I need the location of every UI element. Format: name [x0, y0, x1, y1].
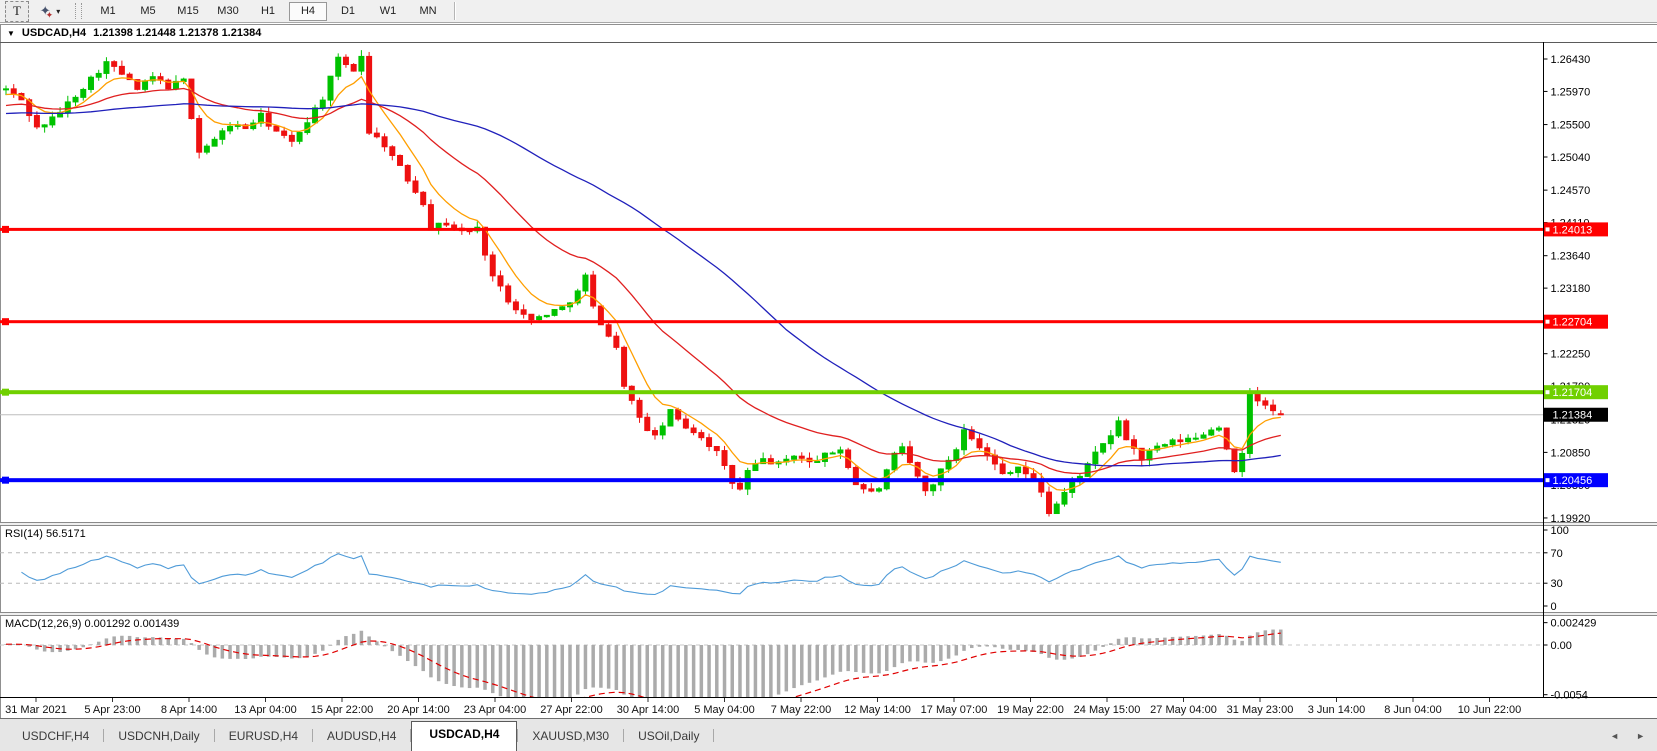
- time-axis-label: 5 Apr 23:00: [84, 704, 140, 716]
- axis-tick-label: 0: [1551, 601, 1557, 613]
- tab-usoil-daily[interactable]: USOil,Daily: [624, 724, 713, 751]
- time-axis-label: 13 Apr 04:00: [234, 704, 296, 716]
- timeframe-d1-button[interactable]: D1: [329, 2, 367, 21]
- tab-eurusd-h4[interactable]: EURUSD,H4: [215, 724, 312, 751]
- tab-scroll-arrows: ◄ ►: [1610, 731, 1645, 741]
- time-axis-label: 27 May 04:00: [1150, 704, 1217, 716]
- price-badge-label: 1.22704: [1553, 317, 1593, 329]
- time-axis-label: 17 May 07:00: [921, 704, 988, 716]
- time-axis-label: 31 Mar 2021: [5, 704, 67, 716]
- horizontal-level-line: [0, 320, 1543, 323]
- axis-tick-label: 1.20850: [1551, 447, 1591, 459]
- timeframe-m30-button[interactable]: M30: [209, 2, 247, 21]
- tab-audusd-h4[interactable]: AUDUSD,H4: [313, 724, 410, 751]
- time-axis-label: 8 Jun 04:00: [1384, 704, 1442, 716]
- chart-title-bar: ▼ USDCAD,H4 1.21398 1.21448 1.21378 1.21…: [7, 27, 261, 39]
- time-axis-label: 20 Apr 14:00: [387, 704, 449, 716]
- time-axis-label: 8 Apr 14:00: [161, 704, 217, 716]
- chart-plot-area[interactable]: 1.264301.259701.255001.250401.245701.241…: [0, 24, 1657, 718]
- timeframe-h1-button[interactable]: H1: [249, 2, 287, 21]
- rsi-indicator-label: RSI(14) 56.5171: [5, 528, 86, 540]
- line-anchor-handle: [2, 389, 9, 396]
- toolbar-separator: [454, 2, 455, 20]
- price-badge-label: 1.20456: [1553, 475, 1593, 487]
- axis-tick-label: 1.26430: [1551, 54, 1591, 66]
- chart-tab-bar: USDCHF,H4USDCNH,DailyEURUSD,H4AUDUSD,H4U…: [0, 718, 1657, 751]
- horizontal-level-line: [0, 478, 1543, 482]
- axis-tick-label: 0.00: [1551, 640, 1572, 652]
- chart-dropdown-icon[interactable]: ▼: [7, 29, 15, 38]
- tabs-scroll-left-icon[interactable]: ◄: [1610, 731, 1619, 741]
- object-style-button[interactable]: ✦✦ ▾: [32, 2, 68, 21]
- chart-ohlc-values: 1.21398 1.21448 1.21378 1.21384: [93, 27, 261, 39]
- timeframe-m1-button[interactable]: M1: [89, 2, 127, 21]
- toolbar-grip: [75, 3, 82, 19]
- time-axis-label: 23 Apr 04:00: [464, 704, 526, 716]
- tab-usdcad-h4[interactable]: USDCAD,H4: [411, 721, 517, 751]
- caret-down-icon: ▾: [56, 7, 60, 16]
- axis-tick-label: 1.23180: [1551, 283, 1591, 295]
- axis-tick-label: 1.25970: [1551, 86, 1591, 98]
- tab-usdchf-h4[interactable]: USDCHF,H4: [8, 724, 103, 751]
- timeframe-m15-button[interactable]: M15: [169, 2, 207, 21]
- axis-tick-label: 1.22250: [1551, 349, 1591, 361]
- axis-tick-label: 70: [1551, 548, 1563, 560]
- tab-usdcnh-daily[interactable]: USDCNH,Daily: [104, 724, 213, 751]
- axis-tick-label: 0.002429: [1551, 618, 1597, 630]
- price-badge-label: 1.21384: [1553, 410, 1593, 422]
- axis-tick-label: 1.24570: [1551, 185, 1591, 197]
- tabs-scroll-right-icon[interactable]: ►: [1636, 731, 1645, 741]
- mt4-window: T ✦✦ ▾ M1M5M15M30H1H4D1W1MN ▼ USDCAD,H4 …: [0, 0, 1657, 751]
- timeframe-mn-button[interactable]: MN: [409, 2, 447, 21]
- timeframe-buttons: M1M5M15M30H1H4D1W1MN: [89, 2, 447, 21]
- price-badge-label: 1.21704: [1553, 387, 1593, 399]
- axis-tick-label: 1.25040: [1551, 152, 1591, 164]
- axis-tick-label: 1.25500: [1551, 120, 1591, 132]
- line-anchor-handle: [2, 226, 9, 233]
- axis-tick-label: 1.19920: [1551, 513, 1591, 525]
- timeframe-h4-button[interactable]: H4: [289, 2, 327, 21]
- axis-tick-label: 30: [1551, 578, 1563, 590]
- axis-tick-label: 100: [1551, 525, 1569, 537]
- time-axis-label: 27 Apr 22:00: [540, 704, 602, 716]
- time-axis-label: 3 Jun 14:00: [1308, 704, 1366, 716]
- timeframe-m5-button[interactable]: M5: [129, 2, 167, 21]
- timeframe-w1-button[interactable]: W1: [369, 2, 407, 21]
- line-anchor-handle: [2, 318, 9, 325]
- horizontal-level-line: [0, 228, 1543, 231]
- chart-tabs: USDCHF,H4USDCNH,DailyEURUSD,H4AUDUSD,H4U…: [8, 721, 714, 751]
- tab-xauusd-m30[interactable]: XAUUSD,M30: [518, 724, 623, 751]
- time-axis-label: 24 May 15:00: [1074, 704, 1141, 716]
- chart-symbol-label: USDCAD,H4: [22, 27, 86, 39]
- time-axis-label: 5 May 04:00: [694, 704, 755, 716]
- time-axis-label: 7 May 22:00: [771, 704, 832, 716]
- time-axis-label: 19 May 22:00: [997, 704, 1064, 716]
- time-axis-label: 31 May 23:00: [1227, 704, 1294, 716]
- macd-indicator-label: MACD(12,26,9) 0.001292 0.001439: [5, 618, 179, 630]
- time-axis-label: 15 Apr 22:00: [311, 704, 373, 716]
- time-axis-label: 30 Apr 14:00: [617, 704, 679, 716]
- axis-tick-label: 1.23640: [1551, 251, 1591, 263]
- price-badge-label: 1.24013: [1553, 224, 1593, 236]
- text-tool-button[interactable]: T: [5, 1, 29, 22]
- time-axis-label: 12 May 14:00: [844, 704, 911, 716]
- sparkle-small-icon: ✦: [46, 11, 54, 19]
- line-anchor-handle: [2, 477, 9, 484]
- time-axis-label: 10 Jun 22:00: [1458, 704, 1522, 716]
- tab-divider: [713, 729, 714, 742]
- toolbar: T ✦✦ ▾ M1M5M15M30H1H4D1W1MN: [0, 0, 1657, 23]
- horizontal-level-line: [0, 390, 1543, 394]
- axis-tick-label: -0.0054: [1551, 690, 1588, 702]
